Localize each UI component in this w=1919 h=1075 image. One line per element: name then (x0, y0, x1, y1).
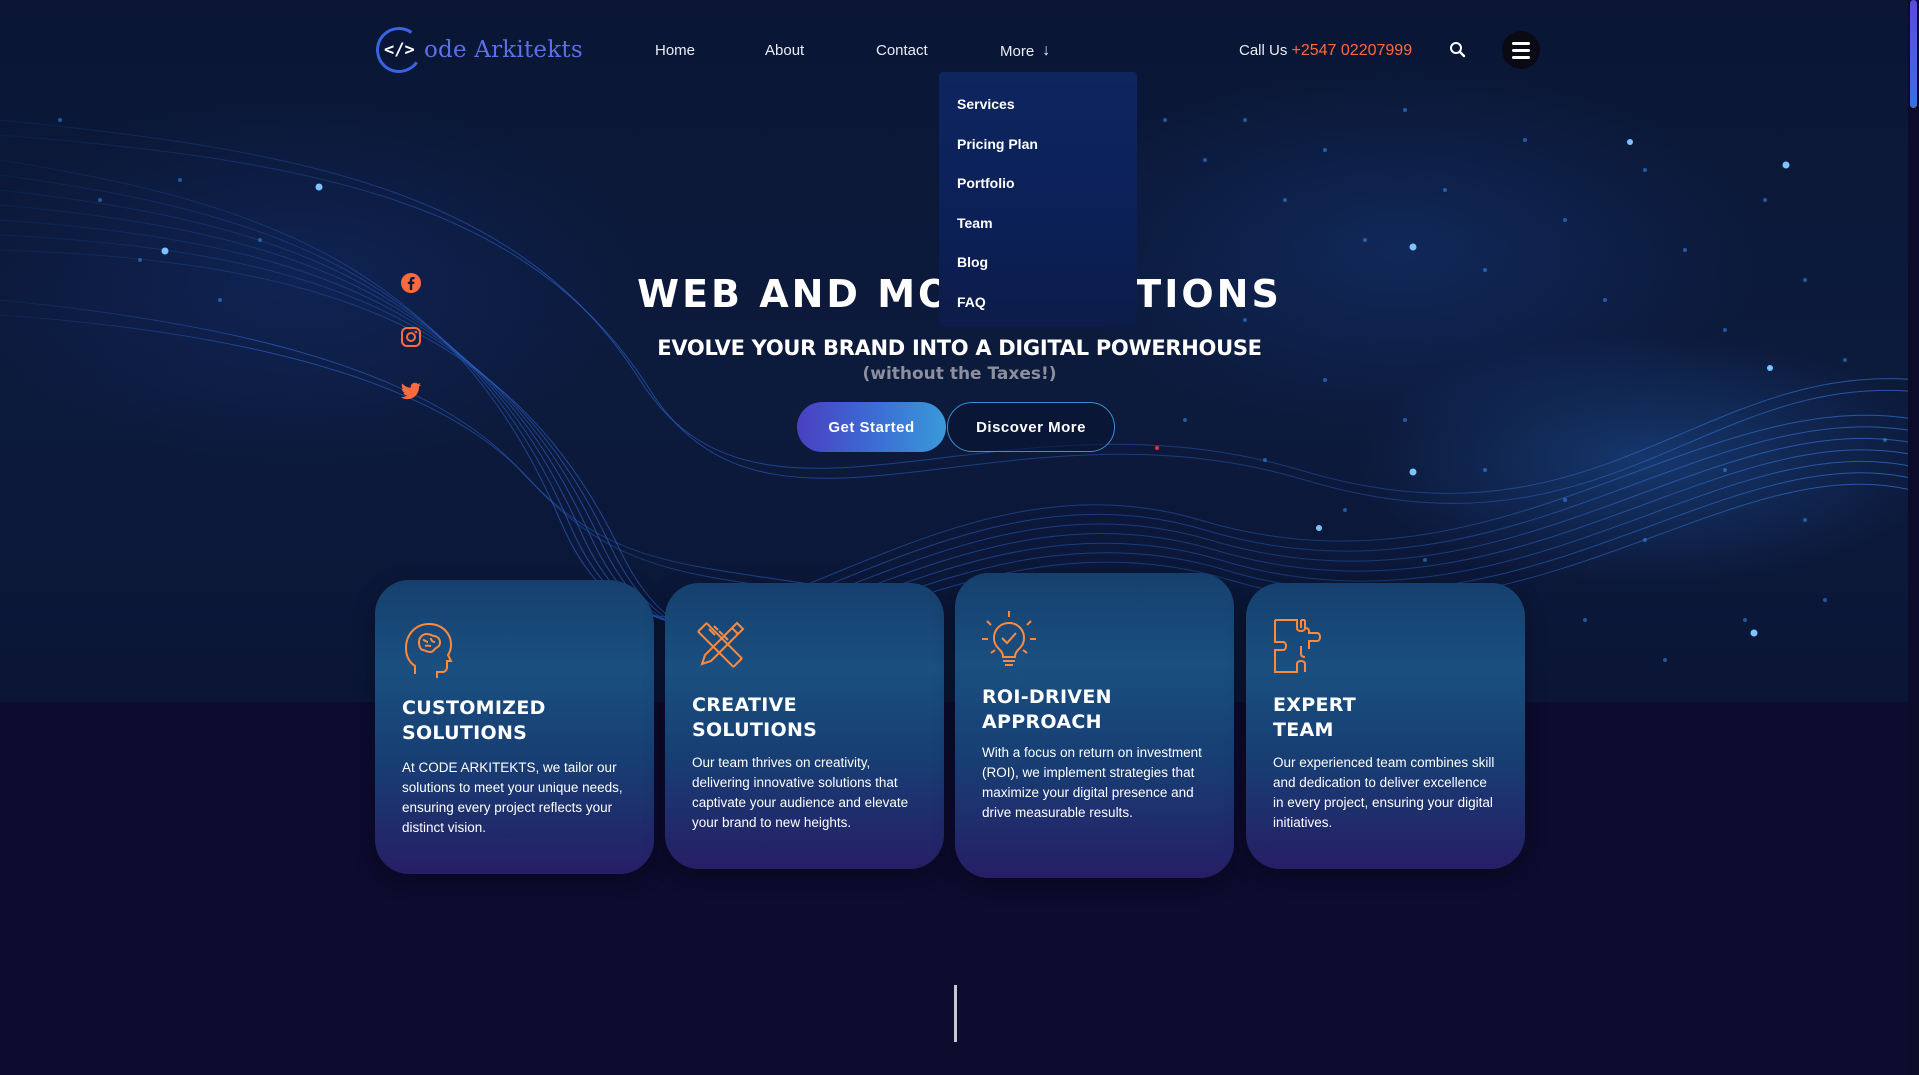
nav-home[interactable]: Home (655, 42, 695, 59)
lightbulb-check-icon (981, 609, 1037, 673)
page-scrollbar[interactable] (1908, 0, 1919, 1075)
nav-contact[interactable]: Contact (876, 42, 928, 59)
card-title: CREATIVE SOLUTIONS (692, 693, 922, 743)
nav-more-label: More (1000, 42, 1035, 60)
card-text: Our experienced team combines skill and … (1273, 755, 1495, 830)
nav-about[interactable]: About (765, 42, 804, 59)
hero-title-right: TIONS (1135, 272, 1282, 316)
discover-more-button[interactable]: Discover More (947, 402, 1115, 452)
dropdown-item-blog[interactable]: Blog (957, 254, 988, 270)
hero-subtitle: EVOLVE YOUR BRAND INTO A DIGITAL POWERHO… (657, 336, 1262, 360)
card-title-line2: SOLUTIONS (692, 719, 818, 741)
call-label: Call Us (1239, 42, 1288, 59)
card-title-line2: SOLUTIONS (402, 722, 528, 744)
pencil-ruler-icon (691, 617, 747, 681)
arrow-down-icon: ↓ (1042, 42, 1051, 59)
feature-card-creative-solutions: CREATIVE SOLUTIONS Our team thrives on c… (665, 583, 944, 869)
scroll-indicator (954, 985, 957, 1042)
get-started-button[interactable]: Get Started (797, 402, 946, 452)
dropdown-item-portfolio[interactable]: Portfolio (957, 175, 1015, 191)
dropdown-item-faq[interactable]: FAQ (957, 294, 986, 310)
card-title-line1: CUSTOMIZED (402, 697, 546, 719)
feature-card-expert-team: EXPERT TEAM Our experienced team combine… (1246, 583, 1525, 869)
more-dropdown-menu: Services Pricing Plan Portfolio Team Blo… (939, 72, 1137, 327)
logo-mark-glyph: </> (383, 40, 415, 60)
card-text: At CODE ARKITEKTS, we tailor our solutio… (402, 760, 623, 835)
card-title-line1: CREATIVE (692, 694, 797, 716)
card-title: CUSTOMIZED SOLUTIONS (402, 696, 632, 746)
logo-mark: </> (372, 23, 426, 77)
card-title-line1: ROI-DRIVEN (982, 686, 1112, 708)
card-title: ROI-DRIVEN APPROACH (982, 685, 1212, 735)
page-scrollbar-thumb[interactable] (1910, 0, 1917, 108)
card-text: With a focus on return on investment (RO… (982, 745, 1202, 820)
puzzle-icon (1272, 617, 1328, 681)
dropdown-item-team[interactable]: Team (957, 215, 993, 231)
logo-text: ode Arkitekts (424, 37, 583, 63)
brand-logo[interactable]: </> ode Arkitekts (372, 23, 583, 77)
hero-tagline: (without the Taxes!) (862, 364, 1057, 384)
hamburger-icon[interactable] (1502, 31, 1540, 69)
decorative-dot (1155, 446, 1159, 450)
card-title-line2: TEAM (1273, 719, 1334, 741)
brain-head-icon (401, 616, 457, 680)
card-title-line1: EXPERT (1273, 694, 1357, 716)
card-title-line2: APPROACH (982, 711, 1102, 733)
feature-card-customized-solutions: CUSTOMIZED SOLUTIONS At CODE ARKITEKTS, … (375, 580, 654, 874)
phone-link[interactable]: +2547 02207999 (1292, 42, 1413, 59)
card-text: Our team thrives on creativity, deliveri… (692, 755, 909, 830)
feature-card-roi-driven-approach: ROI-DRIVEN APPROACH With a focus on retu… (955, 573, 1234, 878)
hero-title-left: WEB AND MOB (637, 272, 986, 316)
dropdown-item-services[interactable]: Services (957, 96, 1015, 112)
call-us: Call Us +2547 02207999 (1239, 42, 1412, 60)
nav-more[interactable]: More ↓ (1000, 42, 1050, 60)
dropdown-item-pricing-plan[interactable]: Pricing Plan (957, 136, 1038, 152)
search-icon[interactable] (1448, 40, 1468, 60)
card-title: EXPERT TEAM (1273, 693, 1503, 743)
